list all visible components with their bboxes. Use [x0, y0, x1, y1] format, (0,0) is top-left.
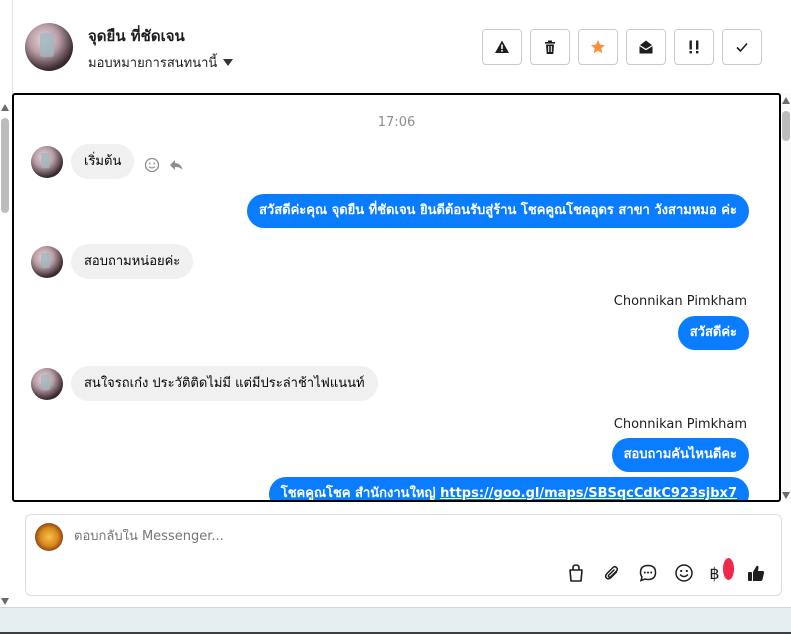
attach-button[interactable]: [601, 562, 623, 584]
conversation-panel[interactable]: 17:06 เริ่มต้น สวัสดีค่ะคุณ จุดยืน ที่ชั…: [12, 93, 781, 502]
agent-name: Chonnikan Pimkham: [613, 294, 747, 309]
saved-replies-button[interactable]: [637, 562, 659, 584]
message-text: โชคคูณโชค สำนักงานใหญ่: [280, 486, 441, 501]
left-scrollbar[interactable]: [0, 100, 10, 605]
caret-down-icon: [223, 59, 234, 66]
contact-name[interactable]: จุดยืน ที่ชัดเจน: [88, 24, 185, 48]
outgoing-message[interactable]: สวัสดีค่ะคุณ จุดยืน ที่ชัดเจน ยินดีต้อนร…: [247, 194, 749, 228]
check-icon: [736, 42, 748, 53]
assign-dropdown[interactable]: มอบหมายการสนทนานี้: [88, 52, 234, 73]
trash-icon: [545, 40, 555, 54]
star-icon: [591, 40, 605, 54]
follow-up-button[interactable]: [674, 29, 714, 65]
map-link[interactable]: https://goo.gl/maps/SBSqcCdkC923sjbx7: [440, 486, 737, 500]
agent-name: Chonnikan Pimkham: [613, 417, 747, 432]
payment-button[interactable]: ฿: [709, 558, 734, 584]
report-button[interactable]: [482, 29, 522, 65]
chat-bubble-icon: [639, 564, 657, 582]
bottom-panel: [0, 607, 791, 634]
scrollbar-thumb[interactable]: [1, 118, 9, 213]
mark-unread-button[interactable]: [626, 29, 666, 65]
paperclip-icon: [604, 565, 619, 580]
action-toolbar: [482, 29, 762, 65]
warning-icon: [495, 40, 509, 53]
conversation-header: จุดยืน ที่ชัดเจน มอบหมายการสนทนานี้: [12, 0, 791, 94]
envelope-open-icon: [639, 40, 653, 54]
page-avatar: [35, 523, 63, 551]
message-tools: [144, 157, 184, 173]
delete-button[interactable]: [530, 29, 570, 65]
baht-icon: ฿: [709, 563, 720, 583]
emoji-button[interactable]: [673, 562, 695, 584]
scroll-down-arrow[interactable]: [782, 492, 790, 499]
assign-label: มอบหมายการสนทนานี้: [88, 56, 218, 71]
sender-avatar: [31, 146, 63, 178]
composer-toolbar: ฿: [565, 558, 767, 584]
done-button[interactable]: [722, 29, 762, 65]
reply-icon[interactable]: [168, 157, 184, 173]
thumbs-up-icon: [748, 565, 765, 581]
outgoing-message-with-link[interactable]: โชคคูณโชค สำนักงานใหญ่ https://goo.gl/ma…: [268, 477, 749, 501]
message-timestamp: 17:06: [377, 115, 416, 130]
like-button[interactable]: [745, 562, 767, 584]
incoming-message[interactable]: สอบถามหน่อยค่ะ: [71, 244, 194, 279]
scroll-up-arrow[interactable]: [1, 104, 9, 111]
outgoing-message[interactable]: สวัสดีค่ะ: [677, 316, 749, 350]
scroll-up-arrow[interactable]: [782, 97, 790, 104]
incoming-message[interactable]: เริ่มต้น: [71, 144, 135, 179]
reply-composer: ฿: [25, 514, 782, 596]
outgoing-message[interactable]: สอบถามคันไหนดีคะ: [611, 438, 749, 472]
exclamation-icon: [689, 40, 699, 54]
contact-avatar[interactable]: [25, 23, 73, 71]
bag-button[interactable]: [565, 562, 587, 584]
sender-avatar: [31, 368, 63, 400]
reply-input[interactable]: [74, 529, 674, 544]
emoji-icon: [675, 564, 693, 582]
star-button[interactable]: [578, 29, 618, 65]
emoji-reaction-icon[interactable]: [144, 157, 160, 173]
bag-icon: [569, 564, 583, 582]
scrollbar-thumb[interactable]: [782, 111, 790, 141]
notification-dot: [723, 558, 734, 580]
sender-avatar: [31, 246, 63, 278]
incoming-message[interactable]: สนใจรถเก๋ง ประวัติติดไม่มี แต่มีประล่าช้…: [71, 366, 378, 401]
conversation-scrollbar[interactable]: [781, 93, 791, 502]
scroll-down-arrow[interactable]: [1, 598, 9, 605]
